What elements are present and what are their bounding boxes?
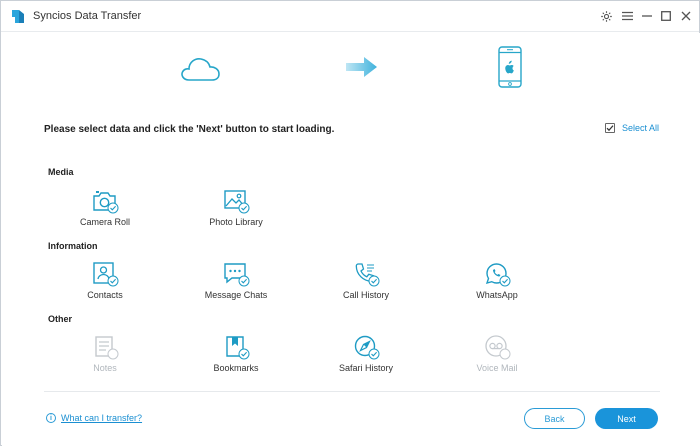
- item-camera-roll[interactable]: Camera Roll: [55, 188, 155, 232]
- item-label: Notes: [93, 363, 117, 373]
- instruction-text: Please select data and click the 'Next' …: [44, 124, 335, 135]
- arrow-right-icon: [346, 57, 377, 77]
- checked-badge-icon: [368, 275, 380, 287]
- compass-icon: [354, 335, 380, 360]
- voicemail-icon: [485, 335, 511, 360]
- cloud-icon: [181, 58, 220, 81]
- item-label: Contacts: [87, 290, 123, 300]
- unchecked-badge-icon: [499, 348, 511, 360]
- photo-icon: [224, 190, 250, 214]
- item-label: Safari History: [338, 363, 393, 373]
- checked-badge-icon: [107, 275, 119, 287]
- next-button[interactable]: Next: [595, 408, 658, 429]
- item-notes: Notes: [55, 334, 155, 378]
- item-photo-library[interactable]: Photo Library: [186, 188, 286, 232]
- select-all-label: Select All: [622, 123, 660, 133]
- title-bar: Syncios Data Transfer: [1, 1, 699, 32]
- transfer-banner: [2, 33, 700, 101]
- footer-divider: [44, 391, 660, 392]
- help-link-label[interactable]: What can I transfer?: [61, 413, 142, 423]
- checked-badge-icon: [368, 348, 380, 360]
- item-contacts[interactable]: Contacts: [55, 261, 155, 305]
- iphone-icon: [498, 46, 522, 88]
- item-message-chats[interactable]: Message Chats: [186, 261, 286, 305]
- select-all-toggle[interactable]: Select All: [605, 123, 659, 133]
- item-whatsapp[interactable]: WhatsApp: [447, 261, 547, 305]
- item-call-history[interactable]: Call History: [316, 261, 416, 305]
- app-logo-icon: [12, 10, 24, 23]
- item-voice-mail: Voice Mail: [447, 334, 547, 378]
- item-bookmarks[interactable]: Bookmarks: [186, 334, 286, 378]
- contacts-icon: [93, 262, 119, 287]
- data-selection-panel: Please select data and click the 'Next' …: [2, 101, 700, 446]
- item-label: Message Chats: [204, 290, 268, 300]
- settings-icon[interactable]: [598, 8, 614, 24]
- phone-icon: [355, 263, 380, 287]
- item-label: Photo Library: [209, 217, 263, 227]
- back-button[interactable]: Back: [524, 408, 585, 429]
- close-icon[interactable]: [678, 8, 694, 24]
- menu-icon[interactable]: [619, 8, 635, 24]
- section-label-information: Information: [48, 241, 98, 251]
- checked-badge-icon: [238, 348, 250, 360]
- section-label-media: Media: [48, 167, 74, 177]
- maximize-icon[interactable]: [658, 8, 674, 24]
- checked-badge-icon: [238, 275, 250, 287]
- info-icon: i: [46, 413, 56, 423]
- camera-icon: [93, 191, 119, 214]
- item-safari-history[interactable]: Safari History: [316, 334, 416, 378]
- minimize-icon[interactable]: [639, 8, 655, 24]
- section-label-other: Other: [48, 314, 73, 324]
- app-window: Syncios Data Transfer Please select data…: [0, 0, 700, 446]
- item-label: Bookmarks: [213, 363, 259, 373]
- item-label: Camera Roll: [79, 217, 130, 227]
- checkmark-icon: [606, 125, 614, 132]
- checked-badge-icon: [238, 202, 250, 214]
- whatsapp-icon: [485, 263, 511, 287]
- item-label: Voice Mail: [476, 363, 518, 373]
- unchecked-badge-icon: [107, 348, 119, 360]
- message-icon: [224, 263, 250, 287]
- item-label: WhatsApp: [476, 290, 518, 300]
- checked-badge-icon: [499, 275, 511, 287]
- app-title: Syncios Data Transfer: [33, 10, 142, 22]
- notes-icon: [95, 336, 119, 360]
- select-all-checkbox[interactable]: [605, 123, 615, 133]
- item-label: Call History: [342, 290, 389, 300]
- checked-badge-icon: [107, 202, 119, 214]
- bookmark-icon: [226, 336, 250, 360]
- help-link[interactable]: i What can I transfer?: [46, 413, 142, 423]
